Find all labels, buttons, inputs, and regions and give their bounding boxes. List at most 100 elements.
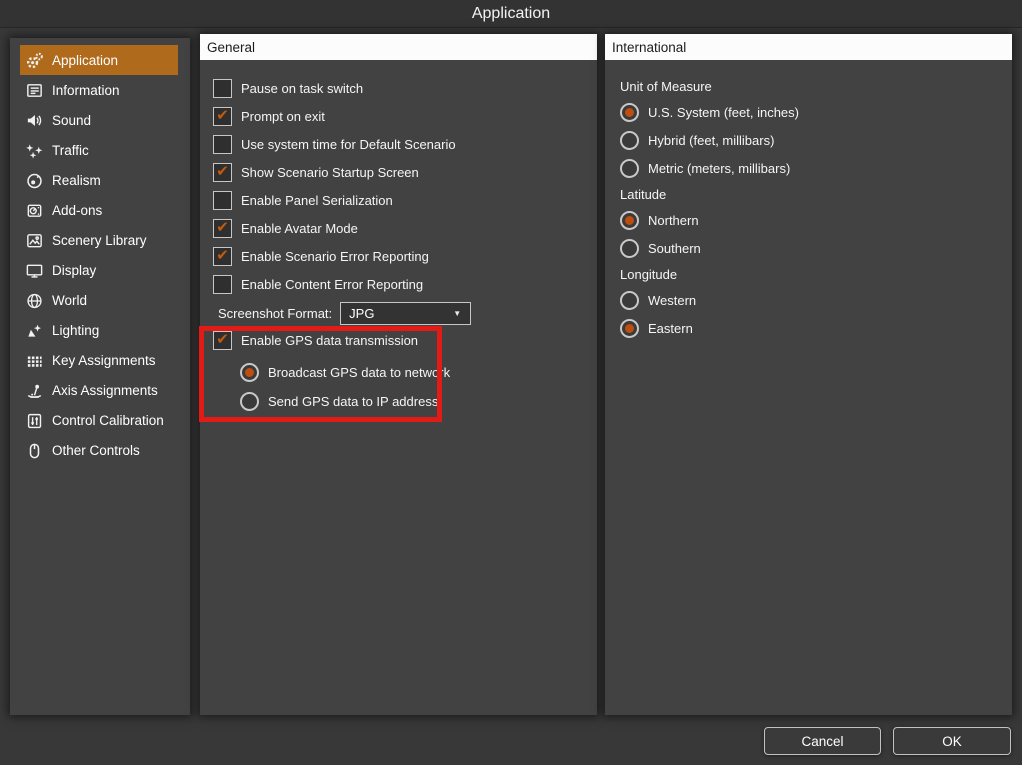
radio-button[interactable] — [240, 363, 259, 382]
sidebar-item-key-assignments[interactable]: Key Assignments — [20, 345, 178, 375]
checkbox-row-enable-avatar-mode[interactable]: Enable Avatar Mode — [213, 214, 597, 242]
sidebar-item-label: Traffic — [52, 143, 89, 158]
checkbox[interactable] — [213, 331, 232, 350]
sidebar-item-add-ons[interactable]: Add-ons — [20, 195, 178, 225]
chevron-down-icon: ▼ — [453, 309, 461, 318]
international-panel-header: International — [605, 34, 1012, 60]
checkbox-label: Prompt on exit — [241, 109, 325, 124]
international-panel: International Unit of Measure U.S. Syste… — [605, 34, 1012, 715]
checkbox[interactable] — [213, 191, 232, 210]
ok-button[interactable]: OK — [893, 727, 1011, 755]
sidebar-item-axis-assignments[interactable]: Axis Assignments — [20, 375, 178, 405]
speaker-icon — [24, 110, 44, 130]
sidebar-item-sound[interactable]: Sound — [20, 105, 178, 135]
sidebar-item-lighting[interactable]: Lighting — [20, 315, 178, 345]
gps-section: Enable GPS data transmission Broadcast G… — [213, 326, 597, 416]
screenshot-format-value: JPG — [349, 306, 374, 321]
gears-icon — [24, 50, 44, 70]
cancel-button[interactable]: Cancel — [764, 727, 881, 755]
checkbox-row-show-scenario-startup[interactable]: Show Scenario Startup Screen — [213, 158, 597, 186]
checkbox-row-enable-panel-serialization[interactable]: Enable Panel Serialization — [213, 186, 597, 214]
radio-button[interactable] — [620, 131, 639, 150]
radio-button[interactable] — [620, 103, 639, 122]
radio-button[interactable] — [620, 211, 639, 230]
addon-box-icon — [24, 200, 44, 220]
settings-sidebar: Application Information Sound Traffic Re… — [10, 38, 190, 715]
radio-label: Western — [648, 293, 696, 308]
sidebar-item-control-calibration[interactable]: Control Calibration — [20, 405, 178, 435]
sidebar-item-display[interactable]: Display — [20, 255, 178, 285]
sidebar-item-world[interactable]: World — [20, 285, 178, 315]
mouse-icon — [24, 440, 44, 460]
international-header-label: International — [612, 40, 686, 55]
sidebar-item-label: Lighting — [52, 323, 99, 338]
radio-label: Metric (meters, millibars) — [648, 161, 790, 176]
sidebar-item-realism[interactable]: Realism — [20, 165, 178, 195]
checkbox[interactable] — [213, 247, 232, 266]
radio-button[interactable] — [240, 392, 259, 411]
sidebar-item-label: Realism — [52, 173, 101, 188]
sidebar-item-application[interactable]: Application — [20, 45, 178, 75]
sidebar-item-label: Sound — [52, 113, 91, 128]
international-panel-body: Unit of Measure U.S. System (feet, inche… — [605, 60, 1012, 342]
list-icon — [24, 80, 44, 100]
screenshot-format-row: Screenshot Format: JPG ▼ — [213, 300, 597, 326]
radio-label: Hybrid (feet, millibars) — [648, 133, 774, 148]
checkbox-row-enable-content-error-reporting[interactable]: Enable Content Error Reporting — [213, 270, 597, 298]
checkbox-row-enable-gps-data-transmission[interactable]: Enable GPS data transmission — [213, 326, 597, 354]
sidebar-item-label: Application — [52, 53, 118, 68]
radio-button[interactable] — [620, 319, 639, 338]
checkbox[interactable] — [213, 107, 232, 126]
radio-row-southern[interactable]: Southern — [620, 234, 1012, 262]
sidebar-item-traffic[interactable]: Traffic — [20, 135, 178, 165]
checkbox[interactable] — [213, 163, 232, 182]
radio-button[interactable] — [620, 291, 639, 310]
checkbox-row-pause-on-task-switch[interactable]: Pause on task switch — [213, 74, 597, 102]
gps-radio-group: Broadcast GPS data to network Send GPS d… — [213, 358, 597, 416]
checkbox-row-prompt-on-exit[interactable]: Prompt on exit — [213, 102, 597, 130]
radio-label: Broadcast GPS data to network — [268, 365, 450, 380]
sidebar-item-scenery-library[interactable]: Scenery Library — [20, 225, 178, 255]
radio-label: Eastern — [648, 321, 693, 336]
general-header-label: General — [207, 40, 255, 55]
radio-button[interactable] — [620, 159, 639, 178]
checkbox[interactable] — [213, 275, 232, 294]
radio-label: U.S. System (feet, inches) — [648, 105, 799, 120]
general-panel-body: Pause on task switch Prompt on exit Use … — [200, 60, 597, 416]
checkbox-label: Use system time for Default Scenario — [241, 137, 456, 152]
checkbox[interactable] — [213, 79, 232, 98]
radio-row-broadcast-gps[interactable]: Broadcast GPS data to network — [240, 358, 597, 387]
sidebar-item-information[interactable]: Information — [20, 75, 178, 105]
sidebar-item-label: Information — [52, 83, 120, 98]
radio-button[interactable] — [620, 239, 639, 258]
sidebar-item-label: Axis Assignments — [52, 383, 158, 398]
airplanes-icon — [24, 140, 44, 160]
spotlight-icon — [24, 320, 44, 340]
general-panel-header: General — [200, 34, 597, 60]
dialog-titlebar: Application — [0, 0, 1022, 28]
radio-row-hybrid[interactable]: Hybrid (feet, millibars) — [620, 126, 1012, 154]
group-label-unit-of-measure: Unit of Measure — [620, 74, 1012, 98]
screenshot-format-select[interactable]: JPG ▼ — [340, 302, 471, 325]
radio-row-send-gps-ip[interactable]: Send GPS data to IP address — [240, 387, 597, 416]
globe-icon — [24, 290, 44, 310]
sidebar-item-label: Key Assignments — [52, 353, 156, 368]
radio-row-us-system[interactable]: U.S. System (feet, inches) — [620, 98, 1012, 126]
sidebar-item-label: World — [52, 293, 87, 308]
sidebar-item-label: Display — [52, 263, 96, 278]
radio-row-northern[interactable]: Northern — [620, 206, 1012, 234]
gauge-icon — [24, 170, 44, 190]
checkbox[interactable] — [213, 135, 232, 154]
checkbox-label: Enable Scenario Error Reporting — [241, 249, 429, 264]
sidebar-item-label: Other Controls — [52, 443, 140, 458]
monitor-icon — [24, 260, 44, 280]
checkbox[interactable] — [213, 219, 232, 238]
checkbox-label: Enable Avatar Mode — [241, 221, 358, 236]
radio-row-metric[interactable]: Metric (meters, millibars) — [620, 154, 1012, 182]
checkbox-row-use-system-time[interactable]: Use system time for Default Scenario — [213, 130, 597, 158]
radio-row-western[interactable]: Western — [620, 286, 1012, 314]
checkbox-label: Show Scenario Startup Screen — [241, 165, 419, 180]
radio-row-eastern[interactable]: Eastern — [620, 314, 1012, 342]
sidebar-item-other-controls[interactable]: Other Controls — [20, 435, 178, 465]
checkbox-row-enable-scenario-error-reporting[interactable]: Enable Scenario Error Reporting — [213, 242, 597, 270]
